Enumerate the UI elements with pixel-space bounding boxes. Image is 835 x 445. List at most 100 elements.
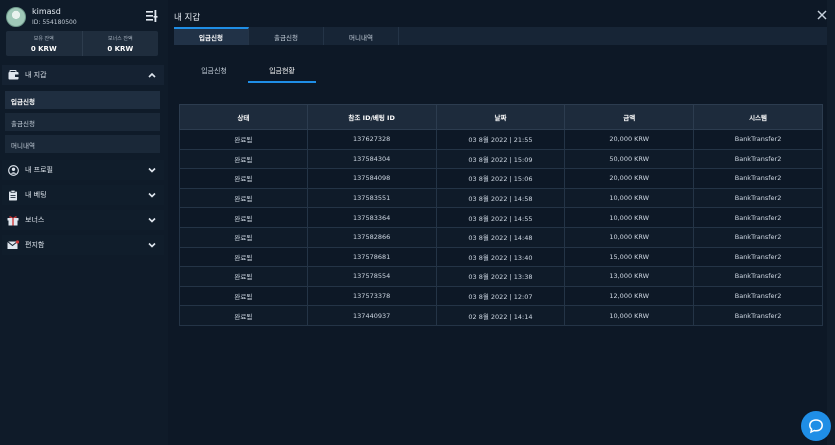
sidebar-subitem-deposit[interactable]: 입금신청 <box>5 91 160 109</box>
cell-date: 03 8월 2022 | 14:55 <box>435 207 566 228</box>
cell-status: 완료됨 <box>179 305 308 326</box>
table-row: 완료됨 137582866 03 8월 2022 | 14:48 10,000 KRW… <box>179 226 823 248</box>
main-balance-value: 0 KRW <box>30 45 57 53</box>
column-header-date: 날짜 <box>435 104 566 130</box>
table-header-row: 상태 참조 ID/베팅 ID 날짜 금액 시스템 <box>179 104 823 130</box>
table-row: 완료됨 137573378 03 8월 2022 | 12:07 12,000 KRW… <box>179 285 823 307</box>
cell-reference-id: 137583364 <box>306 207 437 228</box>
cell-amount: 10,000 KRW <box>564 305 695 326</box>
envelope-icon <box>7 239 19 251</box>
cell-reference-id: 137584304 <box>306 148 437 170</box>
table-row: 완료됨 137440937 02 8월 2022 | 14:14 10,000 KRW… <box>179 305 823 326</box>
cell-date: 03 8월 2022 | 21:55 <box>435 129 566 150</box>
cell-system: BankTransfer2 <box>693 226 823 248</box>
sidebar-item-mail[interactable]: 편지함 <box>2 235 164 255</box>
chat-support-button[interactable] <box>801 411 831 441</box>
cell-system: BankTransfer2 <box>693 187 823 209</box>
sidebar-item-profile[interactable]: 내 프로필 <box>2 160 164 180</box>
cell-status: 완료됨 <box>179 187 308 209</box>
main-balance: 보유 잔액 0 KRW <box>6 31 82 56</box>
cell-status: 완료됨 <box>179 207 308 228</box>
cell-amount: 10,000 KRW <box>564 226 695 248</box>
profile-settings-icon[interactable] <box>146 10 158 22</box>
column-header-amount: 금액 <box>564 104 695 130</box>
cell-system: BankTransfer2 <box>693 207 823 228</box>
cell-date: 02 8월 2022 | 14:14 <box>435 305 566 326</box>
sidebar-item-label: 내 프로필 <box>25 166 53 174</box>
cell-system: BankTransfer2 <box>693 266 823 287</box>
subtab-deposit-request[interactable]: 입금신청 <box>180 63 248 83</box>
cell-system: BankTransfer2 <box>693 305 823 326</box>
sidebar: kimasd ID: 554180500 보유 잔액 0 KRW 보너스 잔액 … <box>0 0 168 445</box>
cell-amount: 20,000 KRW <box>564 129 695 150</box>
cell-amount: 10,000 KRW <box>564 207 695 228</box>
cell-reference-id: 137582866 <box>306 226 437 248</box>
cell-reference-id: 137627328 <box>306 129 437 150</box>
cell-reference-id: 137440937 <box>306 305 437 326</box>
cell-system: BankTransfer2 <box>693 148 823 170</box>
subtab-deposit-status[interactable]: 입금현황 <box>248 63 316 83</box>
chevron-up-icon <box>148 72 156 78</box>
user-circle-icon <box>7 164 19 176</box>
cell-amount: 10,000 KRW <box>564 187 695 209</box>
cell-date: 03 8월 2022 | 14:58 <box>435 187 566 209</box>
tab-deposit[interactable]: 입금신청 <box>174 27 249 45</box>
table-row: 완료됨 137578554 03 8월 2022 | 13:38 13,000 KRW… <box>179 266 823 287</box>
wallet-tabs: 입금신청 출금신청 머니내역 <box>174 27 829 45</box>
column-header-system: 시스템 <box>693 104 823 130</box>
gift-icon <box>7 214 19 226</box>
cell-amount: 13,000 KRW <box>564 266 695 287</box>
table-row: 완료됨 137583551 03 8월 2022 | 14:58 10,000 KRW… <box>179 187 823 209</box>
user-profile: kimasd ID: 554180500 <box>0 0 168 34</box>
cell-reference-id: 137573378 <box>306 285 437 307</box>
table-row: 완료됨 137578681 03 8월 2022 | 13:40 15,000 KRW… <box>179 246 823 268</box>
cell-reference-id: 137583551 <box>306 187 437 209</box>
cell-date: 03 8월 2022 | 13:40 <box>435 246 566 268</box>
deposit-subtabs: 입금신청 입금현황 <box>180 63 316 83</box>
avatar[interactable] <box>6 7 26 27</box>
scrollbar[interactable] <box>827 0 835 445</box>
cell-status: 완료됨 <box>179 285 308 307</box>
cell-date: 03 8월 2022 | 15:09 <box>435 148 566 170</box>
user-id: ID: 554180500 <box>32 19 77 26</box>
table-row: 완료됨 137584098 03 8월 2022 | 15:06 20,000 KRW… <box>179 168 823 189</box>
sidebar-item-wallet[interactable]: 내 지갑 <box>2 65 164 85</box>
close-icon[interactable] <box>817 10 827 20</box>
chevron-down-icon <box>148 167 156 173</box>
cell-reference-id: 137578681 <box>306 246 437 268</box>
sidebar-item-label: 내 베팅 <box>25 191 47 199</box>
cell-amount: 15,000 KRW <box>564 246 695 268</box>
main-panel: 내 지갑 입금신청 출금신청 머니내역 입금신청 입금현황 상태 참조 ID/베… <box>168 0 835 445</box>
sidebar-item-label: 내 지갑 <box>25 71 47 79</box>
cell-date: 03 8월 2022 | 13:38 <box>435 266 566 287</box>
column-header-reference-id: 참조 ID/베팅 ID <box>306 104 437 130</box>
cell-status: 완료됨 <box>179 226 308 248</box>
cell-status: 완료됨 <box>179 129 308 150</box>
cell-reference-id: 137578554 <box>306 266 437 287</box>
wallet-icon <box>7 69 19 81</box>
chevron-down-icon <box>148 217 156 223</box>
sidebar-item-label: 보너스 <box>25 216 45 224</box>
page-title: 내 지갑 <box>174 13 201 23</box>
tab-money-history[interactable]: 머니내역 <box>324 27 399 45</box>
tab-withdraw[interactable]: 출금신청 <box>249 27 324 45</box>
cell-status: 완료됨 <box>179 148 308 170</box>
cell-amount: 12,000 KRW <box>564 285 695 307</box>
cell-status: 완료됨 <box>179 266 308 287</box>
chevron-down-icon <box>148 192 156 198</box>
sidebar-item-bets[interactable]: 내 베팅 <box>2 185 164 205</box>
cell-date: 03 8월 2022 | 15:06 <box>435 168 566 189</box>
cell-status: 완료됨 <box>179 246 308 268</box>
sidebar-item-bonus[interactable]: 보너스 <box>2 210 164 230</box>
cell-system: BankTransfer2 <box>693 285 823 307</box>
bonus-balance: 보너스 잔액 0 KRW <box>81 31 159 56</box>
column-header-status: 상태 <box>179 104 308 130</box>
cell-date: 03 8월 2022 | 14:48 <box>435 226 566 248</box>
bonus-balance-value: 0 KRW <box>107 45 134 53</box>
table-row: 완료됨 137627328 03 8월 2022 | 21:55 20,000 KRW… <box>179 129 823 150</box>
sidebar-subitem-withdraw[interactable]: 출금신청 <box>5 113 160 131</box>
sidebar-subitem-money-history[interactable]: 머니내역 <box>5 135 160 153</box>
table-row: 완료됨 137584304 03 8월 2022 | 15:09 50,000 KRW… <box>179 148 823 170</box>
cell-status: 완료됨 <box>179 168 308 189</box>
table-row: 완료됨 137583364 03 8월 2022 | 14:55 10,000 KRW… <box>179 207 823 228</box>
